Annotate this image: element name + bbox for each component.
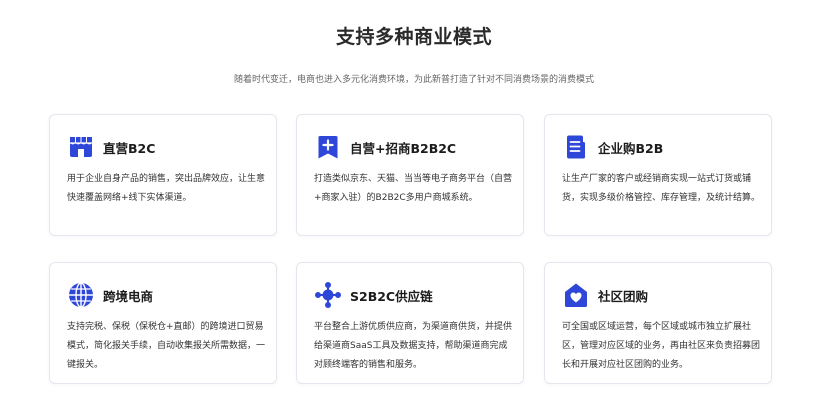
card-description: 平台整合上游优质供应商，为渠道商供货，并提供给渠道商SaaS工具及数据支持，帮助…	[314, 322, 513, 370]
card-description: 打造类似京东、天猫、当当等电子商务平台（自营+商家入驻）的B2B2C多用户商城系…	[314, 174, 513, 203]
storefront-icon	[67, 133, 95, 161]
card-title: 自营+招商B2B2C	[350, 140, 457, 156]
card-description: 用于企业自身产品的销售，突出品牌效应，让生意快速覆盖网络+线下实体渠道。	[67, 174, 266, 203]
page-subtitle: 随着时代变迁，电商也进入多元化消费环境，为此新普打造了针对不同消费场景的消费模式	[233, 75, 594, 85]
card-title: S2B2C供应链	[350, 288, 433, 304]
card-description: 可全国或区域运营，每个区域或城市独立扩展社区，管理对应区域的业务，再由社区来负责…	[562, 322, 761, 370]
bookmark-plus-icon	[314, 133, 342, 161]
business-model-card-b2b2c[interactable]: 自营+招商B2B2C 打造类似京东、天猫、当当等电子商务平台（自营+商家入驻）的…	[296, 114, 524, 236]
card-title: 跨境电商	[103, 288, 154, 304]
network-icon	[314, 281, 342, 309]
page-title: 支持多种商业模式	[335, 26, 492, 48]
card-title: 社区团购	[598, 288, 649, 304]
card-title: 企业购B2B	[598, 140, 664, 156]
globe-icon	[67, 281, 95, 309]
card-title: 直营B2C	[103, 140, 156, 156]
community-home-icon	[562, 281, 590, 309]
card-description: 支持完税、保税（保税仓+直邮）的跨境进口贸易模式，简化报关手续，自动收集报关所需…	[67, 322, 266, 370]
document-icon	[562, 133, 590, 161]
business-model-card-enterprise-b2b[interactable]: 企业购B2B 让生产厂家的客户或经销商实现一站式订货或铺货，实现多级价格管控、库…	[544, 114, 772, 236]
business-model-card-cross-border[interactable]: 跨境电商 支持完税、保税（保税仓+直邮）的跨境进口贸易模式，简化报关手续，自动收…	[49, 262, 277, 384]
business-model-card-s2b2c[interactable]: S2B2C供应链 平台整合上游优质供应商，为渠道商供货，并提供给渠道商SaaS工…	[296, 262, 524, 384]
card-description: 让生产厂家的客户或经销商实现一站式订货或铺货，实现多级价格管控、库存管理，及统计…	[562, 174, 761, 203]
business-model-card-direct-b2c[interactable]: 直营B2C 用于企业自身产品的销售，突出品牌效应，让生意快速覆盖网络+线下实体渠…	[49, 114, 277, 236]
business-model-card-community-group-buy[interactable]: 社区团购 可全国或区域运营，每个区域或城市独立扩展社区，管理对应区域的业务，再由…	[544, 262, 772, 384]
